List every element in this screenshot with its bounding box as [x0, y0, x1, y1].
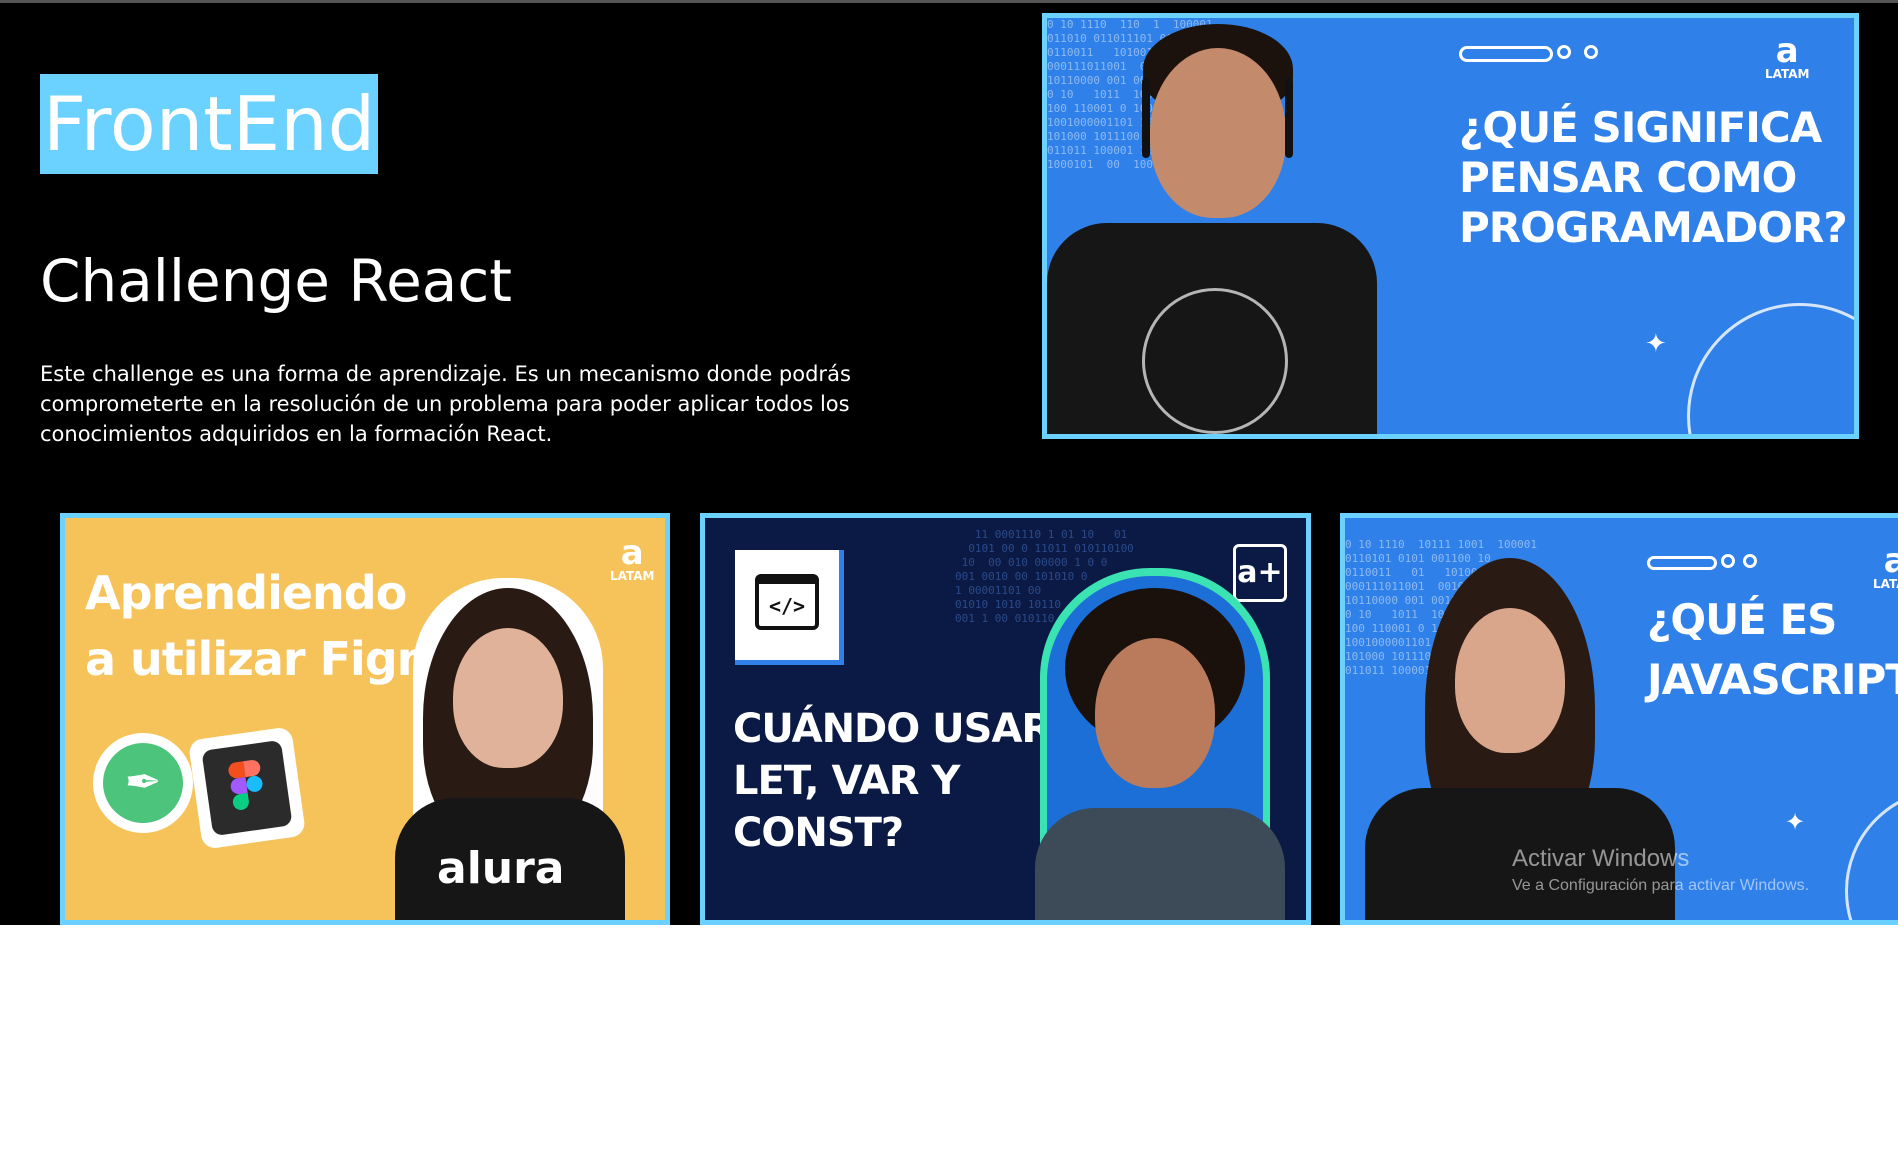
video-title: CUÁNDO USAR LET, VAR Y CONST?	[733, 706, 1052, 856]
window-dot-decoration	[1557, 45, 1571, 59]
globe-decoration	[1687, 303, 1854, 434]
featured-video-card[interactable]: 0 10 1110 110 1 100001 011010 011011101 …	[1042, 13, 1859, 439]
banner-title: Challenge React	[40, 247, 512, 315]
presenter-image	[1025, 568, 1305, 920]
video-card-figma[interactable]: Aprendiendo a utilizar Figma a LATAM ✒ al…	[60, 513, 670, 925]
banner: FrontEnd Challenge React Este challenge …	[0, 3, 1898, 925]
video-title: ¿QUÉ ES JAVASCRIPT?	[1647, 595, 1898, 704]
window-dot-decoration	[1584, 45, 1598, 59]
alura-logo: aLATAM	[1873, 544, 1898, 591]
code-window-icon: </>	[735, 550, 844, 665]
shirt-logo: alura	[437, 843, 565, 894]
figma-icon	[187, 726, 307, 850]
featured-video-title: ¿QUÉ SIGNIFICA PENSAR COMO PROGRAMADOR?	[1459, 103, 1848, 252]
globe-decoration	[1845, 788, 1898, 920]
video-card-let-var-const[interactable]: 11 0001110 1 01 10 01 0101 00 0 11011 01…	[700, 513, 1311, 925]
sparkle-icon: ✦	[1785, 809, 1806, 836]
alura-logo: aLATAM	[610, 533, 655, 583]
sparkle-icon: ✦	[1645, 328, 1667, 358]
banner-description: Este challenge es una forma de aprendiza…	[40, 362, 851, 446]
category-badge[interactable]: FrontEnd	[40, 74, 379, 174]
window-bar-decoration	[1459, 46, 1553, 62]
presenter-image	[1047, 18, 1377, 434]
alura-logo: aLATAM	[1765, 31, 1810, 81]
presenter-image: alura	[395, 578, 665, 920]
window-dot-decoration	[1721, 554, 1735, 568]
window-dot-decoration	[1743, 554, 1757, 568]
window-bar-decoration	[1647, 556, 1717, 570]
windows-activation-watermark: Activar Windows Ve a Configuración para …	[1512, 845, 1810, 894]
pen-tool-icon: ✒	[93, 733, 193, 833]
